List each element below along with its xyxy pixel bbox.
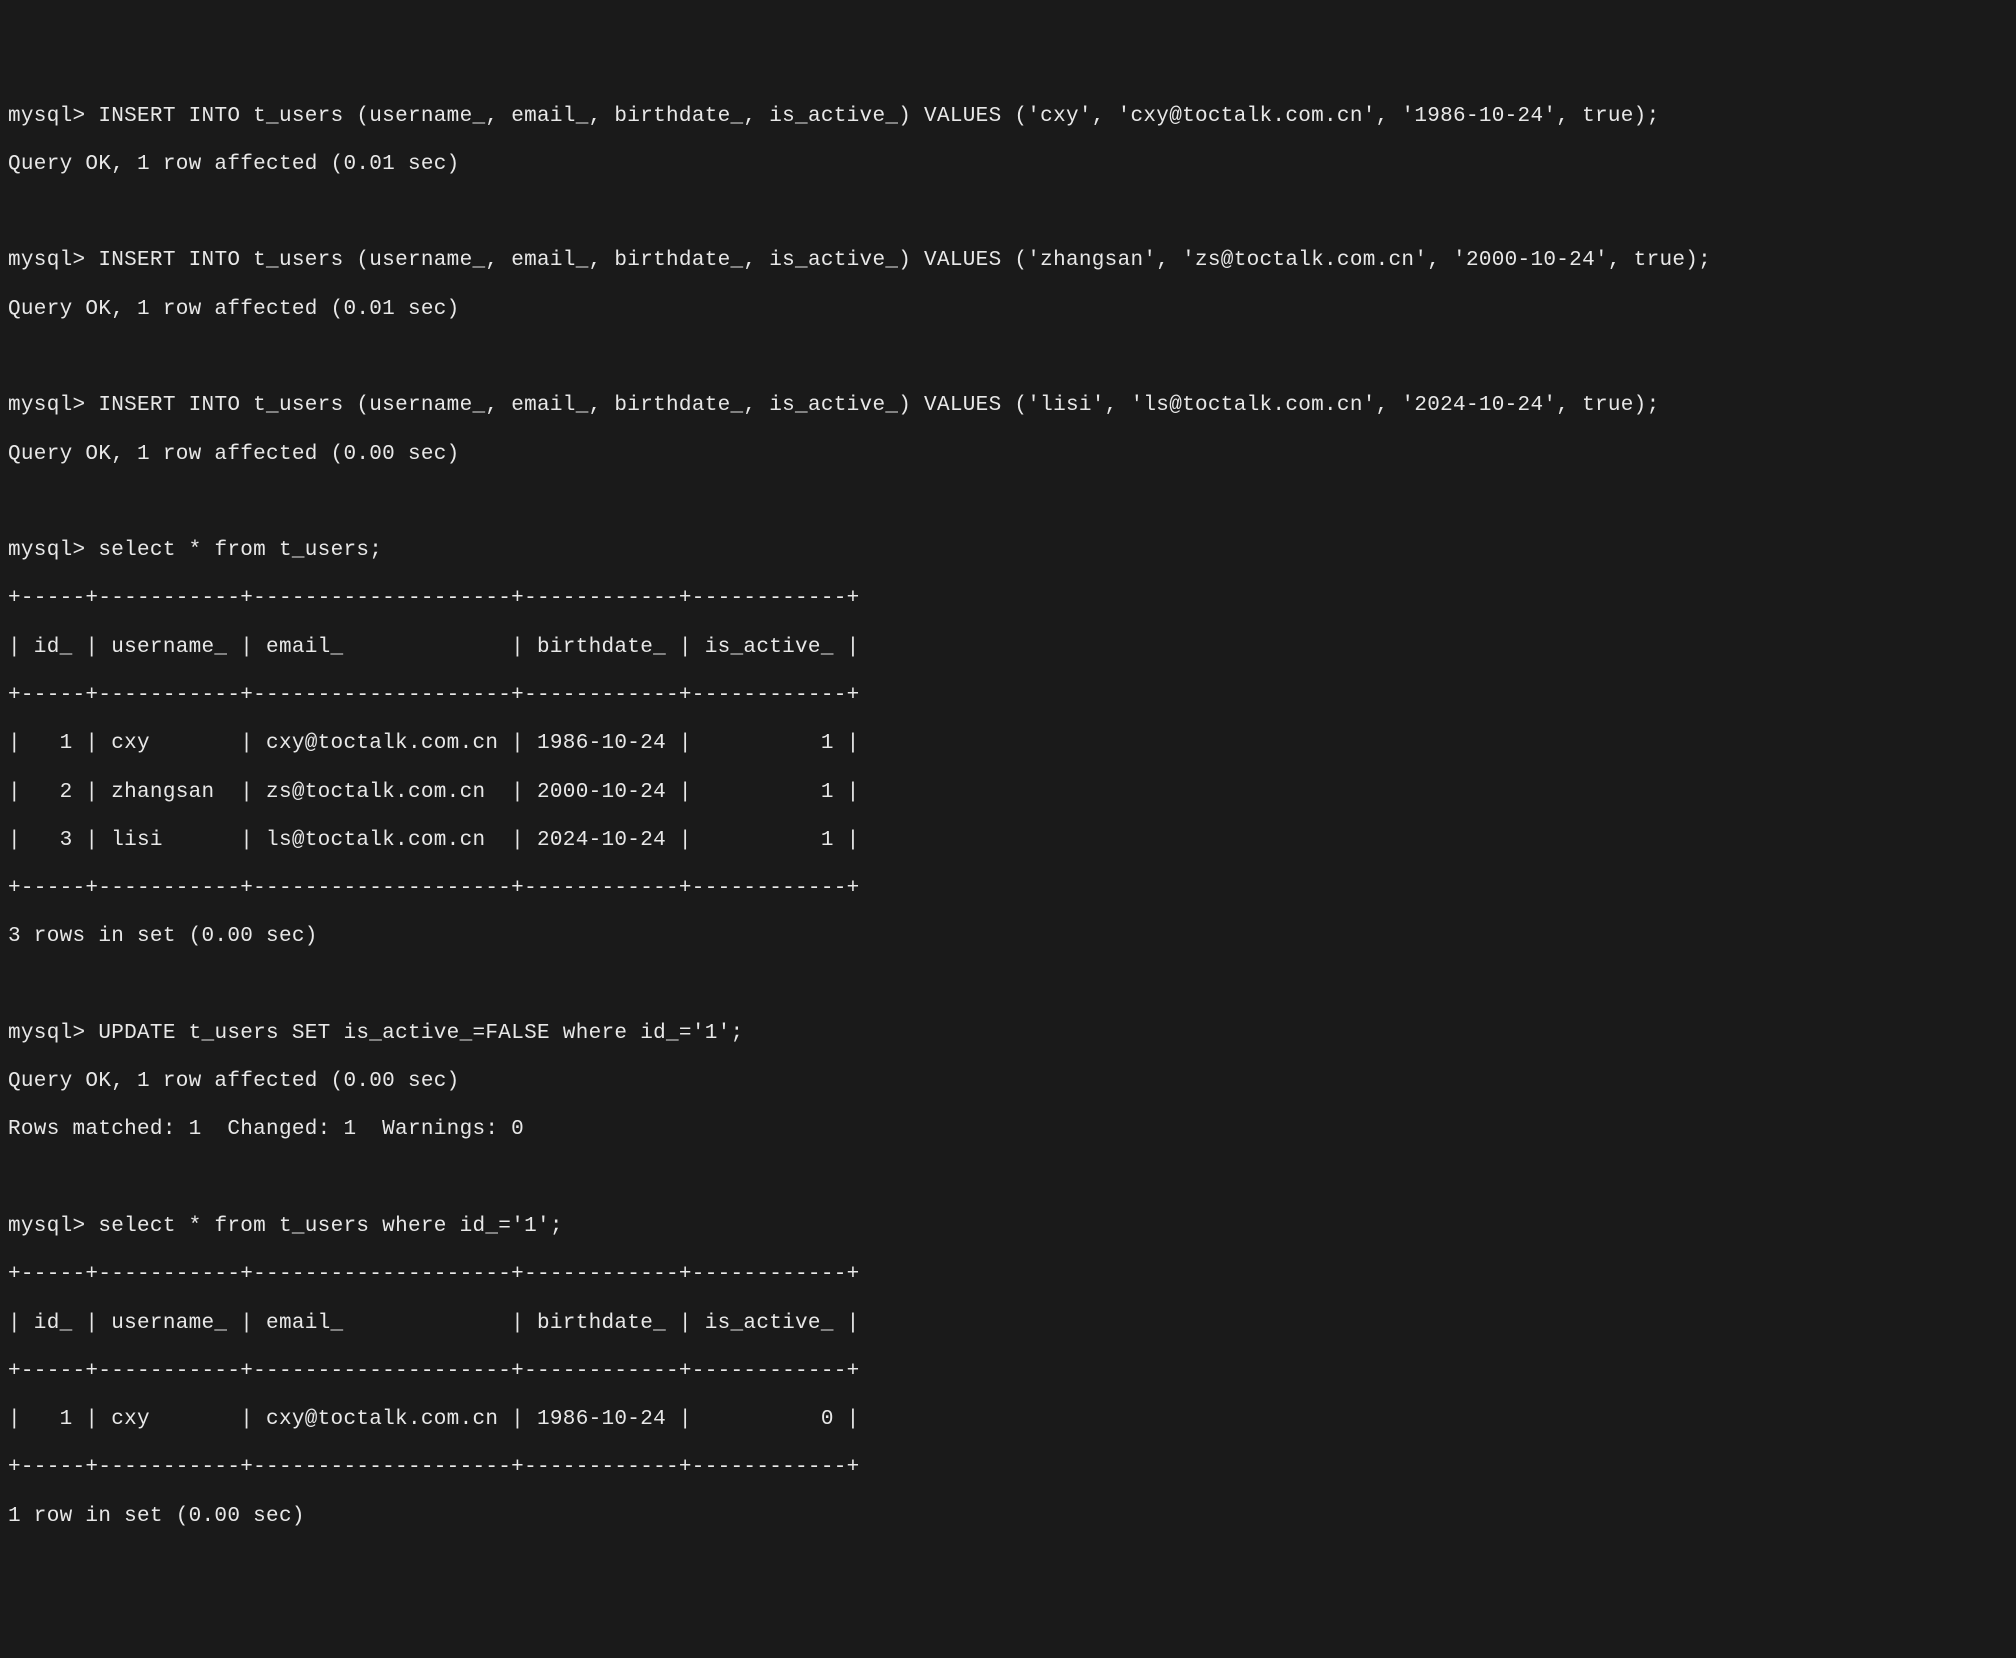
query-result: Query OK, 1 row affected (0.00 sec) [8, 1070, 2008, 1094]
table-header: | id_ | username_ | email_ | birthdate_ … [8, 636, 2008, 660]
table-row: | 3 | lisi | ls@toctalk.com.cn | 2024-10… [8, 829, 2008, 853]
table-border: +-----+-----------+--------------------+… [8, 587, 2008, 611]
sql-statement: UPDATE t_users SET is_active_=FALSE wher… [98, 1022, 743, 1045]
mysql-prompt: mysql> [8, 249, 98, 272]
query-result: Query OK, 1 row affected (0.00 sec) [8, 443, 2008, 467]
table-header: | id_ | username_ | email_ | birthdate_ … [8, 1312, 2008, 1336]
sql-statement: select * from t_users; [98, 539, 382, 562]
sql-statement: INSERT INTO t_users (username_, email_, … [98, 105, 1659, 128]
mysql-prompt: mysql> [8, 539, 98, 562]
blank-line [8, 974, 2008, 998]
blank-line [8, 491, 2008, 515]
table-row: | 1 | cxy | cxy@toctalk.com.cn | 1986-10… [8, 732, 2008, 756]
sql-statement: INSERT INTO t_users (username_, email_, … [98, 249, 1711, 272]
query-footer: 1 row in set (0.00 sec) [8, 1505, 2008, 1529]
terminal-line: mysql> select * from t_users where id_='… [8, 1215, 2008, 1239]
query-result: Query OK, 1 row affected (0.01 sec) [8, 298, 2008, 322]
blank-line [8, 346, 2008, 370]
table-border: +-----+-----------+--------------------+… [8, 684, 2008, 708]
mysql-prompt: mysql> [8, 105, 98, 128]
terminal-line: mysql> select * from t_users; [8, 539, 2008, 563]
mysql-prompt: mysql> [8, 1215, 98, 1238]
terminal-line: mysql> INSERT INTO t_users (username_, e… [8, 249, 2008, 273]
terminal-line: mysql> UPDATE t_users SET is_active_=FAL… [8, 1022, 2008, 1046]
query-footer: 3 rows in set (0.00 sec) [8, 925, 2008, 949]
sql-statement: select * from t_users where id_='1'; [98, 1215, 562, 1238]
blank-line [8, 201, 2008, 225]
table-border: +-----+-----------+--------------------+… [8, 1456, 2008, 1480]
query-result: Query OK, 1 row affected (0.01 sec) [8, 153, 2008, 177]
blank-line [8, 1167, 2008, 1191]
mysql-prompt: mysql> [8, 1022, 98, 1045]
table-border: +-----+-----------+--------------------+… [8, 877, 2008, 901]
terminal-line: mysql> INSERT INTO t_users (username_, e… [8, 105, 2008, 129]
table-border: +-----+-----------+--------------------+… [8, 1360, 2008, 1384]
query-result: Rows matched: 1 Changed: 1 Warnings: 0 [8, 1118, 2008, 1142]
table-border: +-----+-----------+--------------------+… [8, 1263, 2008, 1287]
terminal-line: mysql> INSERT INTO t_users (username_, e… [8, 394, 2008, 418]
table-row: | 1 | cxy | cxy@toctalk.com.cn | 1986-10… [8, 1408, 2008, 1432]
sql-statement: INSERT INTO t_users (username_, email_, … [98, 394, 1659, 417]
table-row: | 2 | zhangsan | zs@toctalk.com.cn | 200… [8, 781, 2008, 805]
mysql-prompt: mysql> [8, 394, 98, 417]
